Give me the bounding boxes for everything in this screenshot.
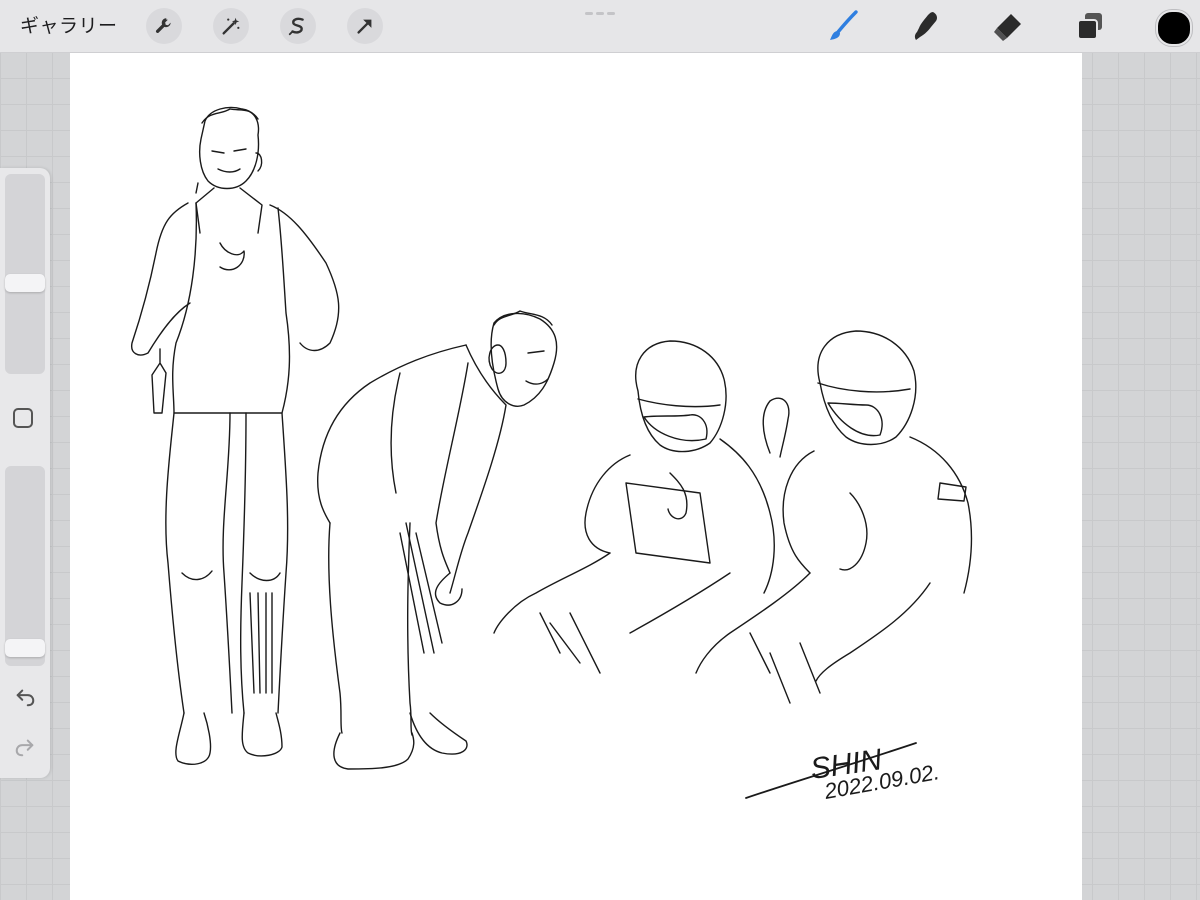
eraser-icon — [994, 14, 1021, 41]
selection-icon — [288, 17, 304, 36]
redo-button[interactable] — [10, 732, 40, 762]
wrench-icon — [155, 18, 171, 33]
left-sidebar — [0, 168, 50, 778]
drawing-canvas[interactable]: SHIN 2022.09.02. — [70, 53, 1082, 900]
helmet-figure-clipboard-sketch — [493, 340, 775, 674]
smudge-icon — [914, 12, 937, 40]
brush-icon — [830, 10, 858, 40]
redo-arrow-icon — [15, 739, 34, 757]
layers-icon — [1077, 13, 1102, 40]
gallery-button[interactable]: ギャラリー — [20, 11, 118, 41]
brush-size-thumb[interactable] — [5, 274, 45, 293]
magic-wand-icon — [222, 17, 240, 35]
layers-button[interactable] — [1070, 6, 1110, 46]
brush-size-slider[interactable] — [5, 174, 45, 374]
brush-tool-button[interactable] — [824, 6, 864, 46]
top-toolbar: ギャラリー — [0, 0, 1200, 53]
standing-man-sketch — [131, 106, 340, 765]
transform-arrow-icon — [357, 19, 372, 34]
opacity-thumb[interactable] — [5, 638, 45, 657]
window-grabber[interactable] — [585, 12, 615, 16]
modify-button[interactable] — [13, 408, 33, 428]
undo-arrow-icon — [16, 689, 35, 707]
adjustments-button[interactable] — [213, 8, 249, 44]
undo-button[interactable] — [10, 682, 40, 712]
actions-button[interactable] — [146, 8, 182, 44]
selection-button[interactable] — [280, 8, 316, 44]
smudge-tool-button[interactable] — [907, 6, 947, 46]
eraser-tool-button[interactable] — [988, 6, 1028, 46]
color-picker-button[interactable] — [1156, 10, 1192, 46]
opacity-slider[interactable] — [5, 466, 45, 666]
helmet-figure-waving-sketch — [695, 330, 973, 704]
transform-button[interactable] — [347, 8, 383, 44]
sketch-artwork: SHIN 2022.09.02. — [131, 106, 973, 804]
bending-man-sketch — [316, 310, 558, 770]
